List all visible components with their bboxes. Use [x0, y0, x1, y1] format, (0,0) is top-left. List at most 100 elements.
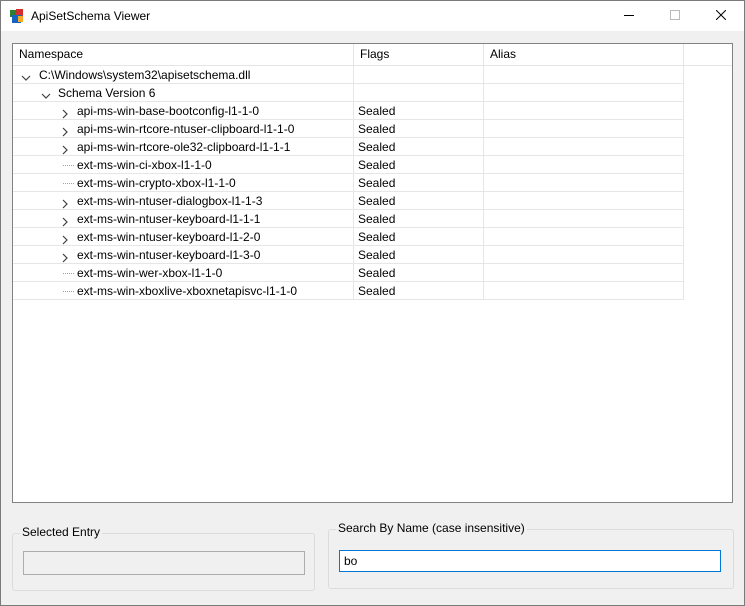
chevron-right-icon[interactable] [60, 124, 70, 137]
alias-cell [484, 102, 684, 120]
alias-cell [484, 174, 684, 192]
alias-cell [484, 246, 684, 264]
tree-row-schema[interactable]: Schema Version 6 [13, 84, 684, 102]
maximize-icon [670, 9, 680, 23]
selected-entry-group: Selected Entry [12, 525, 315, 591]
namespace-cell: ext-ms-win-ntuser-dialogbox-l1-1-3 [13, 192, 354, 210]
namespace-cell: ext-ms-win-ntuser-keyboard-l1-1-1 [13, 210, 354, 228]
flags-cell: Sealed [354, 210, 484, 228]
flags-cell: Sealed [354, 156, 484, 174]
entry-name: api-ms-win-base-bootconfig-l1-1-0 [77, 104, 260, 118]
flags-cell: Sealed [354, 174, 484, 192]
namespace-tree-grid[interactable]: Namespace Flags Alias C:\Windows\system3… [12, 43, 733, 503]
alias-cell [484, 66, 684, 84]
maximize-button[interactable] [652, 1, 698, 31]
chevron-right-icon[interactable] [60, 106, 70, 119]
namespace-cell: C:\Windows\system32\apisetschema.dll [13, 66, 354, 84]
minimize-button[interactable] [606, 1, 652, 31]
entry-name: ext-ms-win-ntuser-keyboard-l1-2-0 [77, 230, 261, 244]
flags-cell: Sealed [354, 138, 484, 156]
table-row[interactable]: ext-ms-win-ntuser-keyboard-l1-3-0 Sealed [13, 246, 684, 264]
namespace-cell: ext-ms-win-ntuser-keyboard-l1-2-0 [13, 228, 354, 246]
flags-cell: Sealed [354, 282, 484, 300]
search-input[interactable] [339, 550, 721, 572]
tree-connector [63, 183, 74, 184]
flags-cell: Sealed [354, 264, 484, 282]
app-window: ApiSetSchema Viewer Namespace Flags Alia… [0, 0, 745, 606]
namespace-cell: ext-ms-win-xboxlive-xboxnetapisvc-l1-1-0 [13, 282, 354, 300]
alias-cell [484, 210, 684, 228]
namespace-cell: api-ms-win-base-bootconfig-l1-1-0 [13, 102, 354, 120]
chevron-right-icon[interactable] [60, 142, 70, 155]
tree-row-root[interactable]: C:\Windows\system32\apisetschema.dll [13, 66, 684, 84]
selected-entry-label: Selected Entry [20, 525, 103, 539]
chevron-down-icon[interactable] [41, 88, 51, 99]
chevron-down-icon[interactable] [21, 70, 31, 81]
flags-cell: Sealed [354, 120, 484, 138]
entry-name: ext-ms-win-xboxlive-xboxnetapisvc-l1-1-0 [77, 284, 298, 298]
tree-node-label: Schema Version 6 [58, 86, 156, 100]
column-header-namespace[interactable]: Namespace [13, 44, 354, 65]
flags-cell: Sealed [354, 102, 484, 120]
table-row[interactable]: ext-ms-win-xboxlive-xboxnetapisvc-l1-1-0… [13, 282, 684, 300]
close-button[interactable] [698, 1, 744, 31]
chevron-right-icon[interactable] [60, 214, 70, 227]
chevron-right-icon[interactable] [60, 232, 70, 245]
table-row[interactable]: api-ms-win-base-bootconfig-l1-1-0 Sealed [13, 102, 684, 120]
close-icon [715, 9, 727, 23]
alias-cell [484, 228, 684, 246]
tree-rows: C:\Windows\system32\apisetschema.dll Sch… [13, 66, 732, 300]
alias-cell [484, 156, 684, 174]
alias-cell [484, 138, 684, 156]
column-header-row: Namespace Flags Alias [13, 44, 732, 66]
entry-name: api-ms-win-rtcore-ntuser-clipboard-l1-1-… [77, 122, 295, 136]
minimize-icon [624, 9, 634, 23]
alias-cell [484, 120, 684, 138]
table-row[interactable]: ext-ms-win-ntuser-dialogbox-l1-1-3 Seale… [13, 192, 684, 210]
flags-cell: Sealed [354, 228, 484, 246]
selected-entry-field [23, 551, 305, 575]
table-row[interactable]: ext-ms-win-crypto-xbox-l1-1-0 Sealed [13, 174, 684, 192]
namespace-cell: api-ms-win-rtcore-ole32-clipboard-l1-1-1 [13, 138, 354, 156]
tree-node-label: C:\Windows\system32\apisetschema.dll [39, 68, 251, 82]
table-row[interactable]: ext-ms-win-ntuser-keyboard-l1-1-1 Sealed [13, 210, 684, 228]
entry-name: ext-ms-win-ntuser-keyboard-l1-1-1 [77, 212, 261, 226]
alias-cell [484, 192, 684, 210]
table-row[interactable]: ext-ms-win-wer-xbox-l1-1-0 Sealed [13, 264, 684, 282]
table-row[interactable]: ext-ms-win-ntuser-keyboard-l1-2-0 Sealed [13, 228, 684, 246]
table-row[interactable]: ext-ms-win-ci-xbox-l1-1-0 Sealed [13, 156, 684, 174]
flags-cell: Sealed [354, 192, 484, 210]
entry-name: ext-ms-win-ntuser-dialogbox-l1-1-3 [77, 194, 263, 208]
namespace-cell: Schema Version 6 [13, 84, 354, 102]
entry-name: api-ms-win-rtcore-ole32-clipboard-l1-1-1 [77, 140, 291, 154]
entry-name: ext-ms-win-wer-xbox-l1-1-0 [77, 266, 223, 280]
entry-name: ext-ms-win-ci-xbox-l1-1-0 [77, 158, 212, 172]
tree-connector [63, 165, 74, 166]
entry-name: ext-ms-win-ntuser-keyboard-l1-3-0 [77, 248, 261, 262]
namespace-cell: ext-ms-win-wer-xbox-l1-1-0 [13, 264, 354, 282]
alias-cell [484, 282, 684, 300]
chevron-right-icon[interactable] [60, 196, 70, 209]
search-label: Search By Name (case insensitive) [336, 521, 527, 535]
namespace-cell: ext-ms-win-ntuser-keyboard-l1-3-0 [13, 246, 354, 264]
entry-name: ext-ms-win-crypto-xbox-l1-1-0 [77, 176, 236, 190]
flags-cell [354, 84, 484, 102]
chevron-right-icon[interactable] [60, 250, 70, 263]
column-header-alias[interactable]: Alias [484, 44, 684, 65]
namespace-cell: ext-ms-win-crypto-xbox-l1-1-0 [13, 174, 354, 192]
table-row[interactable]: api-ms-win-rtcore-ntuser-clipboard-l1-1-… [13, 120, 684, 138]
app-logo-icon [9, 8, 25, 24]
tree-connector [63, 291, 74, 292]
flags-cell: Sealed [354, 246, 484, 264]
column-header-flags[interactable]: Flags [354, 44, 484, 65]
table-row[interactable]: api-ms-win-rtcore-ole32-clipboard-l1-1-1… [13, 138, 684, 156]
window-title: ApiSetSchema Viewer [31, 9, 151, 23]
search-group: Search By Name (case insensitive) [328, 521, 734, 589]
alias-cell [484, 84, 684, 102]
namespace-cell: ext-ms-win-ci-xbox-l1-1-0 [13, 156, 354, 174]
flags-cell [354, 66, 484, 84]
namespace-cell: api-ms-win-rtcore-ntuser-clipboard-l1-1-… [13, 120, 354, 138]
title-bar[interactable]: ApiSetSchema Viewer [1, 1, 744, 31]
alias-cell [484, 264, 684, 282]
tree-connector [63, 273, 74, 274]
